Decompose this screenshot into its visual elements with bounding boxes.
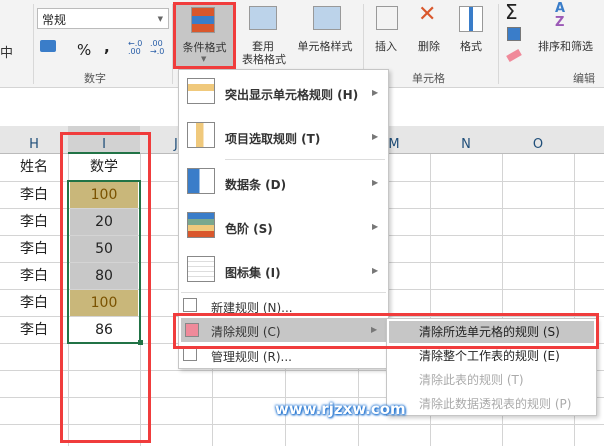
chevron-down-icon: ▼ (157, 15, 163, 23)
currency-format-icon[interactable] (40, 40, 56, 52)
insert-cells-icon (376, 6, 398, 30)
menu-label: 数据条 (D) (225, 178, 287, 192)
submenu-arrow-icon: ▶ (372, 266, 379, 275)
top-bottom-icon (187, 122, 215, 148)
cell-name[interactable]: 李白 (0, 317, 68, 343)
cell-style-button[interactable]: 单元格样式 (294, 38, 356, 54)
cell-style-icon (313, 6, 341, 30)
merge-center-fragment[interactable]: 中 (0, 42, 13, 61)
menu-item-data-bars[interactable]: 数据条 (D) ▶ (179, 168, 388, 198)
cell-h-header[interactable]: 姓名 (0, 154, 68, 180)
number-format-select[interactable]: 常规 ▼ (37, 8, 169, 29)
icon-sets-icon (187, 256, 215, 282)
number-format-value: 常规 (42, 13, 67, 27)
cell-name[interactable]: 李白 (0, 263, 68, 289)
menu-label: 突出显示单元格规则 (H) (225, 88, 359, 102)
submenu-arrow-icon: ▶ (372, 178, 379, 187)
clear-eraser-icon[interactable] (506, 48, 522, 63)
highlight-box-column-i (60, 132, 151, 443)
insert-button[interactable]: 插入 (375, 38, 397, 54)
format-cells-icon (459, 6, 483, 32)
submenu-arrow-icon: ▶ (372, 132, 379, 141)
delete-button[interactable]: 删除 (418, 38, 440, 54)
data-bars-icon (187, 168, 215, 194)
submenu-arrow-icon: ▶ (372, 222, 379, 231)
menu-item-color-scales[interactable]: 色阶 (S) ▶ (179, 212, 388, 242)
sort-filter-button[interactable]: 排序和筛选 (538, 38, 593, 54)
menu-label: 项目选取规则 (T) (225, 132, 321, 146)
percent-button[interactable]: % (77, 41, 91, 59)
table-format-icon (249, 6, 277, 30)
cell-name[interactable]: 李白 (0, 182, 68, 208)
menu-item-highlight-rules[interactable]: 突出显示单元格规则 (H) ▶ (179, 78, 388, 108)
column-header-n[interactable]: N (430, 126, 502, 154)
submenu-arrow-icon: ▶ (372, 88, 379, 97)
color-scales-icon (187, 212, 215, 238)
cells-group-label: 单元格 (412, 72, 445, 85)
new-rule-icon (183, 298, 197, 312)
autosum-button[interactable]: Σ (505, 0, 518, 24)
comma-button[interactable]: , (104, 38, 110, 56)
number-group-label: 数字 (84, 72, 106, 85)
cell-name[interactable]: 李白 (0, 209, 68, 235)
decrease-decimal-button[interactable]: .00 →.0 (150, 40, 168, 56)
delete-cells-icon: ✕ (418, 2, 437, 27)
clear-pivot-rules: 清除此数据透视表的规则 (P) (419, 397, 572, 411)
manage-rules-icon (183, 347, 197, 361)
menu-label: 图标集 (I) (225, 266, 281, 280)
column-header-o[interactable]: O (502, 126, 574, 154)
menu-item-icon-sets[interactable]: 图标集 (I) ▶ (179, 256, 388, 286)
increase-decimal-button[interactable]: ←.0 .00 (128, 40, 146, 56)
edit-group-label: 编辑 (573, 72, 595, 85)
menu-item-top-bottom[interactable]: 项目选取规则 (T) ▶ (179, 122, 388, 152)
cell-name[interactable]: 李白 (0, 236, 68, 262)
highlight-box-conditional-format (173, 2, 236, 69)
table-format-label: 表格格式 (242, 53, 286, 66)
menu-label: 色阶 (S) (225, 222, 273, 236)
fill-down-icon[interactable] (507, 27, 521, 41)
sort-filter-icon: AZ (555, 1, 566, 30)
cell-name[interactable]: 李白 (0, 290, 68, 316)
highlight-rules-icon (187, 78, 215, 104)
clear-table-rules: 清除此表的规则 (T) (419, 373, 524, 387)
highlight-box-clear-rules (173, 313, 599, 349)
column-header-h[interactable]: H (0, 126, 68, 154)
watermark: www.rjzxw.com (275, 400, 406, 418)
menu-label: 管理规则 (R)... (211, 350, 292, 364)
format-button[interactable]: 格式 (460, 38, 482, 54)
